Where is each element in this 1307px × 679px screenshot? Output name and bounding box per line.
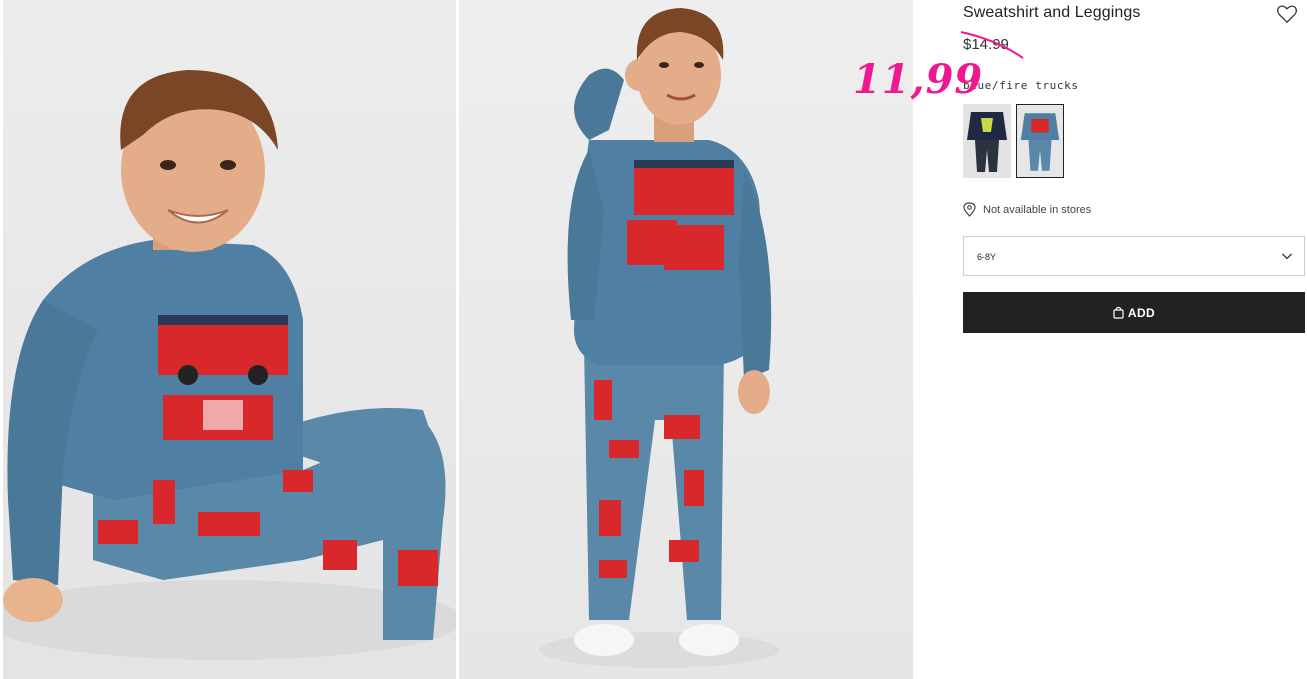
sale-price-annotation: 11,99: [853, 56, 984, 103]
product-image-2[interactable]: [459, 0, 913, 679]
store-availability-text: Not available in stores: [983, 203, 1092, 216]
swatch-thumbnail: [967, 112, 1007, 172]
size-selected-value: 6-8Y: [977, 252, 997, 262]
product-photo-standing: [539, 8, 779, 668]
product-image-1[interactable]: [3, 0, 456, 679]
old-price: $14.99: [963, 36, 1009, 53]
swatch-thumbnail: [1020, 113, 1060, 171]
product-detail-panel: Sweatshirt and Leggings $14.99 blue/fire…: [853, 0, 1305, 679]
swatch-blue-fire-trucks[interactable]: [1016, 104, 1064, 178]
shopping-bag-icon: [1113, 306, 1124, 319]
heart-outline-icon[interactable]: [1276, 4, 1298, 24]
store-availability: Not available in stores: [963, 202, 1091, 217]
location-pin-icon: [963, 202, 976, 217]
add-button-label: ADD: [1127, 305, 1156, 320]
product-photo-seated: [3, 70, 456, 660]
swatch-navy-dinosaur[interactable]: [963, 104, 1011, 178]
size-dropdown[interactable]: 6-8Y: [963, 236, 1305, 276]
add-to-bag-button[interactable]: ADD: [963, 292, 1305, 333]
chevron-down-icon: [1282, 253, 1292, 260]
product-title: Sweatshirt and Leggings: [963, 4, 1141, 21]
